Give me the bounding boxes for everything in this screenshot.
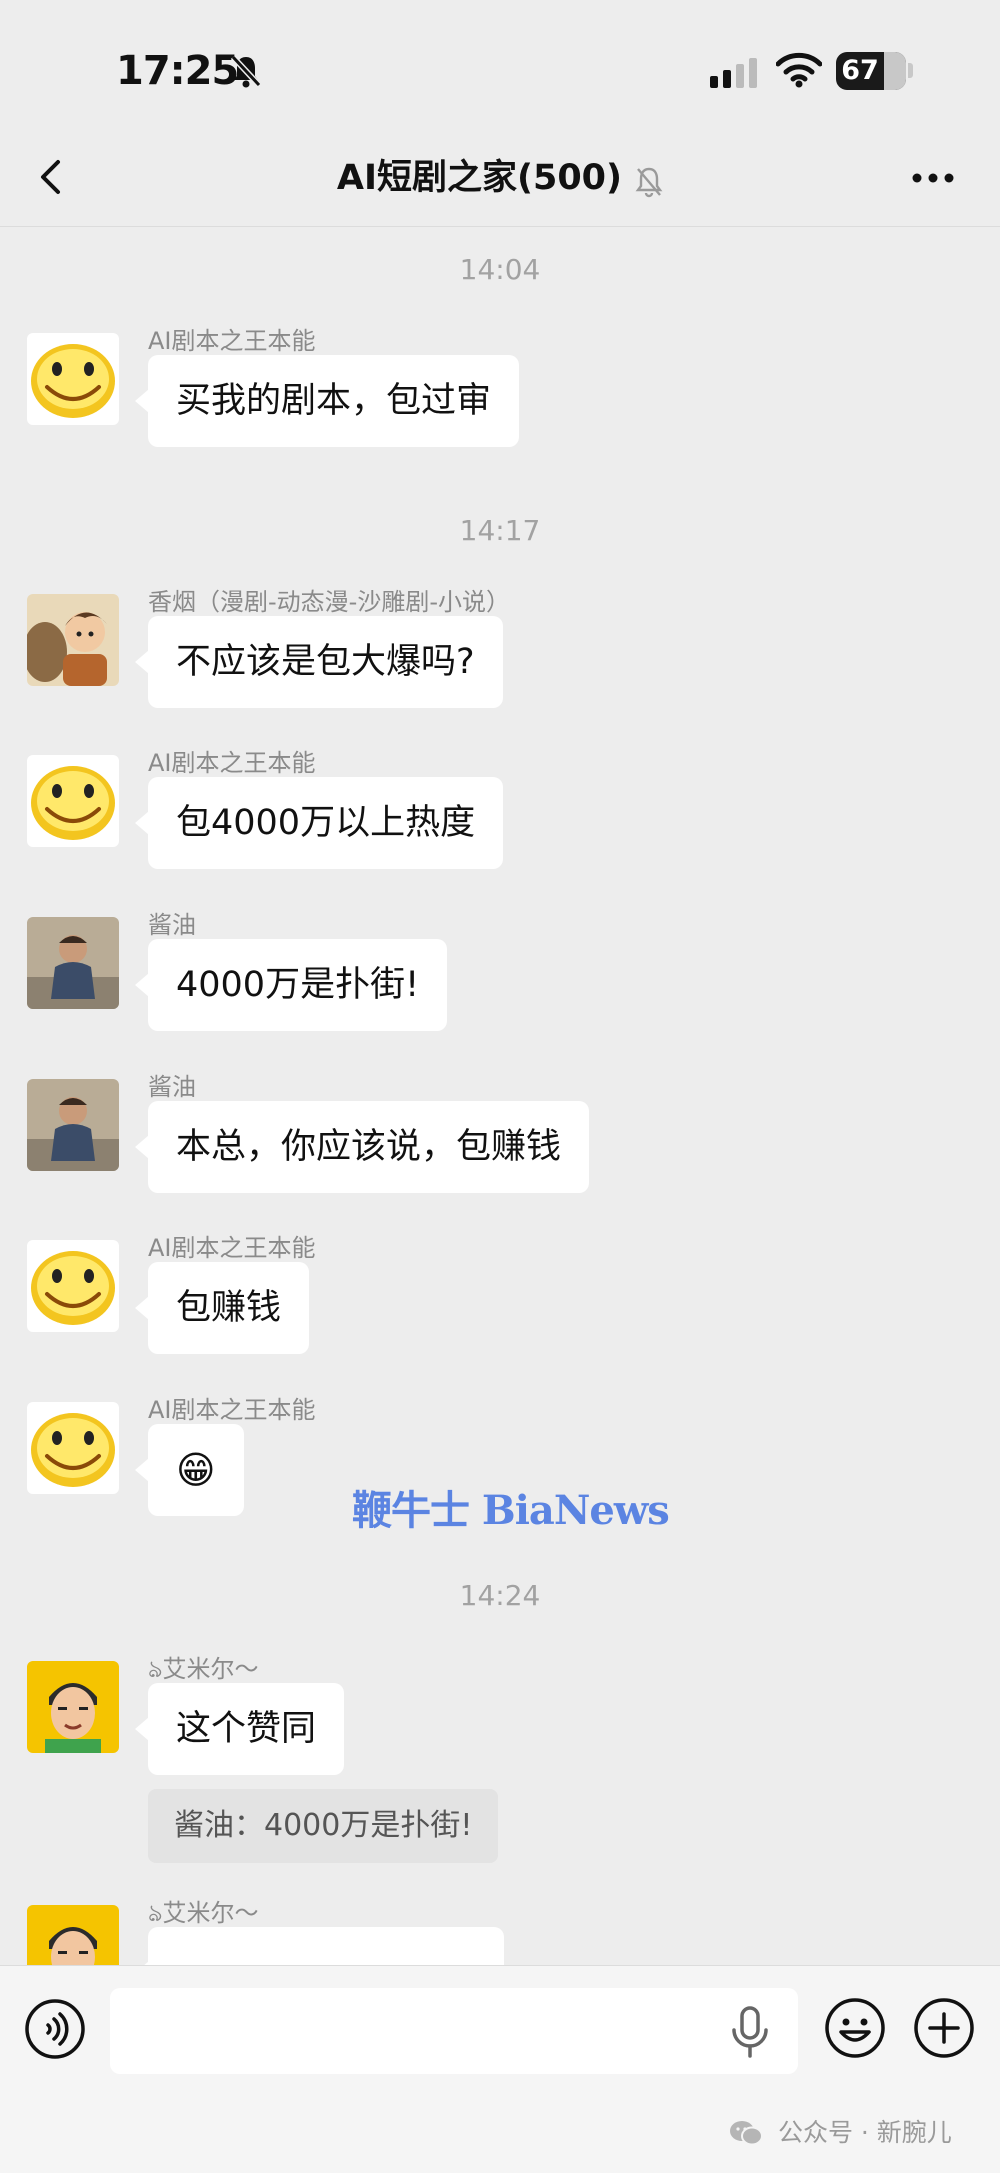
avatar-xiangyan[interactable] — [27, 594, 119, 686]
avatar-smiley[interactable] — [27, 1240, 119, 1332]
battery-tip — [908, 63, 913, 78]
timestamp: 14:17 — [459, 514, 541, 547]
timestamp: 14:24 — [459, 1579, 541, 1612]
status-bar: 17:25 67 — [0, 0, 1000, 145]
smiley-avatar-image — [27, 755, 119, 847]
chat-title: AI短剧之家(500) — [336, 158, 623, 198]
chat-header: AI短剧之家(500) — [0, 130, 1000, 227]
photo-avatar-image — [27, 1079, 119, 1171]
message-bubble[interactable]: 4000万是扑街! — [134, 939, 448, 1031]
sender-name: 酱油 — [148, 911, 196, 939]
voice-icon[interactable] — [24, 1998, 86, 2060]
cartoon-avatar-image — [27, 1905, 119, 1965]
sender-name: AI剧本之王本能 — [148, 1396, 316, 1424]
smiley-avatar-image — [27, 1402, 119, 1494]
avatar-jiangyou[interactable] — [27, 917, 119, 1009]
smiley-avatar-image — [27, 333, 119, 425]
message-bubble[interactable]: 不应该是包大爆吗? — [135, 616, 503, 708]
watermark: 鞭牛士 BiaNews — [352, 1487, 670, 1534]
avatar-smiley[interactable] — [27, 333, 119, 425]
message-bubble[interactable]: 包赚钱 — [134, 1262, 310, 1354]
battery-icon: 67 — [836, 52, 906, 90]
photo-avatar-image — [27, 917, 119, 1009]
avatar-smiley[interactable] — [27, 1402, 119, 1494]
back-arrow-icon[interactable] — [28, 152, 78, 202]
emoji-icon[interactable] — [823, 1996, 887, 2060]
more-icon[interactable] — [908, 160, 958, 196]
message-input[interactable] — [110, 1988, 798, 2074]
bell-off-icon — [230, 54, 262, 88]
sender-name: 酱油 — [148, 1073, 196, 1101]
cartoon-avatar-image — [27, 1661, 119, 1753]
message-bubble[interactable]: 买我的剧本，包过审 — [134, 355, 520, 447]
cartoon-avatar-image — [27, 594, 119, 686]
message-list[interactable]: 14:04 AI剧本之王本能 买我的剧本，包过审 14:17 香烟（漫剧-动态漫… — [0, 227, 1000, 1965]
avatar-smiley[interactable] — [27, 755, 119, 847]
emoji-message-bubble[interactable]: 😁 — [135, 1424, 244, 1516]
quoted-message[interactable]: 酱油：4000万是扑街! — [148, 1789, 499, 1863]
muted-bell-icon — [635, 167, 663, 197]
signal-icon — [710, 58, 757, 88]
avatar-jiangyou[interactable] — [27, 1079, 119, 1171]
message-bubble[interactable]: 本总，你应该说，包赚钱 — [134, 1101, 590, 1193]
footer-credit: 公众号 · 新腕儿 — [728, 2113, 952, 2149]
status-time: 17:25 — [116, 48, 239, 94]
avatar-aimier[interactable] — [27, 1661, 119, 1753]
wechat-logo-icon — [730, 2121, 763, 2146]
input-bar: 公众号 · 新腕儿 — [0, 1965, 1000, 2173]
sender-name: AI剧本之王本能 — [148, 1234, 316, 1262]
smiley-avatar-image — [27, 1240, 119, 1332]
battery-percent: 67 — [841, 55, 879, 86]
message-bubble[interactable]: 这个赞同 — [134, 1683, 345, 1775]
grin-emoji: 😁 — [176, 1448, 216, 1492]
mic-icon[interactable] — [728, 2006, 772, 2058]
sender-name: 香烟（漫剧-动态漫-沙雕剧-小说） — [148, 588, 510, 616]
wifi-icon — [776, 52, 822, 88]
message-bubble-partial[interactable] — [135, 1927, 504, 1965]
timestamp: 14:04 — [459, 253, 541, 286]
message-bubble[interactable]: 包4000万以上热度 — [134, 777, 504, 869]
chat-title-wrap: AI短剧之家(500) — [0, 130, 1000, 232]
sender-name: AI剧本之王本能 — [148, 327, 316, 355]
sender-name: AI剧本之王本能 — [148, 749, 316, 777]
footer-credit-text: 公众号 · 新腕儿 — [777, 2118, 952, 2147]
plus-icon[interactable] — [912, 1996, 976, 2060]
avatar-aimier[interactable] — [27, 1905, 119, 1965]
